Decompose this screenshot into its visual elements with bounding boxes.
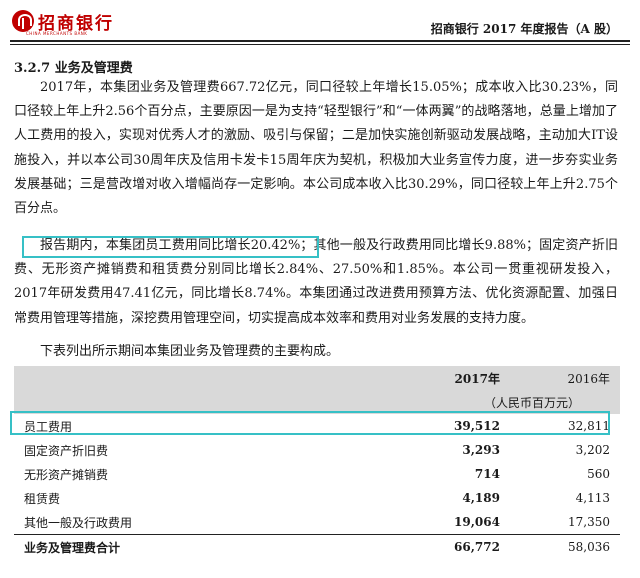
row-label: 无形资产摊销费 bbox=[24, 467, 109, 482]
row-label: 其他一般及行政费用 bbox=[24, 515, 133, 530]
table-row: 租赁费 4,189 4,113 bbox=[14, 486, 620, 510]
expense-table: 2017年 2016年 （人民币百万元） 员工费用 39,512 32,811 … bbox=[14, 366, 620, 559]
header-rule bbox=[10, 40, 630, 42]
highlight-box-staff-row bbox=[10, 411, 610, 435]
row-value-2016: 3,202 bbox=[575, 443, 610, 457]
table-total-row: 业务及管理费合计 66,772 58,036 bbox=[14, 534, 620, 559]
row-value-2017: 3,293 bbox=[462, 443, 500, 457]
table-row: 固定资产折旧费 3,293 3,202 bbox=[14, 438, 620, 462]
total-label: 业务及管理费合计 bbox=[14, 534, 394, 559]
row-label: 租赁费 bbox=[24, 491, 61, 506]
section-title: 3.2.7 业务及管理费 bbox=[14, 61, 133, 76]
row-value-2016: 17,350 bbox=[568, 515, 610, 529]
col-header-2017: 2017年 bbox=[394, 366, 510, 390]
row-value-2017: 714 bbox=[474, 467, 500, 481]
row-value-2016: 4,113 bbox=[575, 491, 610, 505]
col-header-2016: 2016年 bbox=[509, 366, 620, 390]
header-rule-thin bbox=[10, 44, 630, 45]
logo-subtext: CHINA MERCHANTS BANK bbox=[26, 31, 88, 36]
page-header: 招商银行 CHINA MERCHANTS BANK 招商银行 2017 年度报告… bbox=[0, 0, 640, 40]
paragraph-summary: 2017年，本集团业务及管理费667.72亿元，同口径较上年增长15.05%；成… bbox=[14, 80, 618, 217]
table-header-row: 2017年 2016年 bbox=[14, 366, 620, 390]
report-title: 招商银行 2017 年度报告（A 股） bbox=[430, 22, 618, 36]
highlight-box-staff-growth bbox=[22, 236, 319, 258]
row-label: 固定资产折旧费 bbox=[24, 443, 109, 458]
table-row: 其他一般及行政费用 19,064 17,350 bbox=[14, 510, 620, 535]
total-value-2017: 66,772 bbox=[394, 534, 510, 559]
row-value-2016: 560 bbox=[587, 467, 610, 481]
paragraph-table-intro: 下表列出所示期间本集团业务及管理费的主要构成。 bbox=[40, 344, 340, 359]
bank-logo-icon bbox=[12, 10, 34, 32]
table-row: 无形资产摊销费 714 560 bbox=[14, 462, 620, 486]
row-value-2017: 19,064 bbox=[454, 515, 500, 529]
row-value-2017: 4,189 bbox=[462, 491, 500, 505]
total-value-2016: 58,036 bbox=[509, 534, 620, 559]
